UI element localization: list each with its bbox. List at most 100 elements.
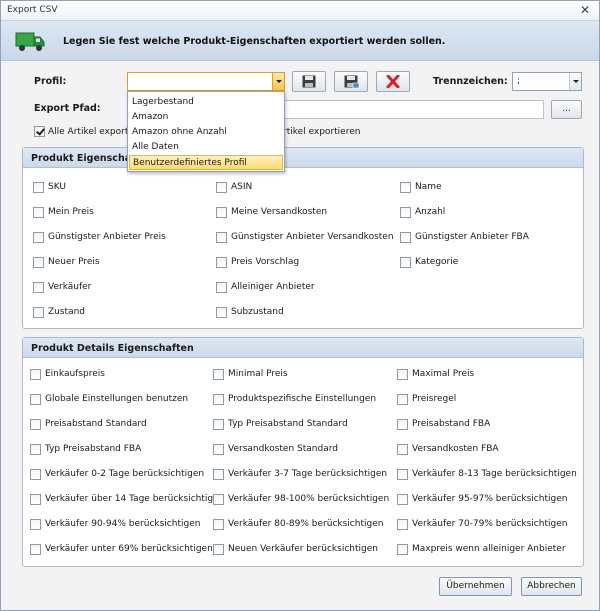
property-label: Preis Vorschlag [231,257,300,267]
property-label: Alleiniger Anbieter [231,282,315,292]
profile-option[interactable]: Lagerbestand [129,95,283,110]
profile-option[interactable]: Amazon ohne Anzahl [129,125,283,140]
property-label: Globale Einstellungen benutzen [45,394,189,404]
property-label: Preisabstand FBA [412,419,491,429]
property-label: Verkäufer 90-94% berücksichtigen [45,519,201,529]
property-checkbox[interactable] [216,257,227,268]
property-label: Anzahl [415,207,446,217]
profile-option[interactable]: Amazon [129,110,283,125]
property-checkbox[interactable] [397,469,408,480]
property-checkbox[interactable] [33,257,44,268]
save-icon [302,75,316,88]
export-all-checkbox[interactable] [34,126,45,137]
profile-option[interactable]: Alle Daten [129,140,283,155]
save-as-profile-button[interactable] [334,71,368,92]
window-title: Export CSV [7,5,58,15]
property-label: Preisregel [412,394,457,404]
profile-label: Profil: [34,76,67,87]
header-banner: Legen Sie fest welche Produkt-Eigenschaf… [1,21,599,61]
property-checkbox[interactable] [216,207,227,218]
property-label: ASIN [231,182,253,192]
product-details-title: Produkt Details Eigenschaften [23,338,583,358]
property-label: Verkäufer unter 69% berücksichtigen [45,544,213,554]
property-checkbox[interactable] [397,419,408,430]
property-checkbox[interactable] [30,544,41,555]
property-checkbox[interactable] [397,519,408,530]
property-label: Zustand [48,307,86,317]
chevron-down-icon[interactable] [272,73,284,90]
property-checkbox[interactable] [33,232,44,243]
property-label: Günstigster Anbieter Preis [48,232,166,242]
property-checkbox[interactable] [30,369,41,380]
truck-icon [15,32,45,51]
property-label: Name [415,182,442,192]
property-checkbox[interactable] [400,257,411,268]
separator-combo[interactable]: ; [512,72,582,91]
property-checkbox[interactable] [30,469,41,480]
property-checkbox[interactable] [397,369,408,380]
property-checkbox[interactable] [213,369,224,380]
property-checkbox[interactable] [33,207,44,218]
property-label: Verkäufer [48,282,92,292]
browse-button[interactable]: ... [551,100,582,119]
save-profile-button[interactable] [292,71,326,92]
property-checkbox[interactable] [216,232,227,243]
property-checkbox[interactable] [400,232,411,243]
export-csv-window: Export CSV ✕ Legen Sie fest welche Produ… [0,0,600,611]
export-all-label-tail: rtikel exportieren [283,127,361,137]
property-label: Verkäufer 3-7 Tage berücksichtigen [228,469,388,479]
profile-combo[interactable] [127,72,285,91]
property-checkbox[interactable] [213,494,224,505]
delete-profile-button[interactable] [376,71,410,92]
apply-button[interactable]: Übernehmen [439,577,512,596]
property-checkbox[interactable] [400,182,411,193]
cancel-button[interactable]: Abbrechen [521,577,582,596]
profile-option-selected[interactable]: Benutzerdefiniertes Profil [129,155,283,170]
property-checkbox[interactable] [400,207,411,218]
banner-heading: Legen Sie fest welche Produkt-Eigenschaf… [63,36,446,47]
profile-dropdown-list: Lagerbestand Amazon Amazon ohne Anzahl A… [127,91,285,172]
property-label: Verkäufer 80-89% berücksichtigen [228,519,384,529]
property-label: Subzustand [231,307,284,317]
property-checkbox[interactable] [216,182,227,193]
close-icon[interactable]: ✕ [577,3,593,18]
property-checkbox[interactable] [213,394,224,405]
property-checkbox[interactable] [30,494,41,505]
property-label: Verkäufer 70-79% berücksichtigen [412,519,568,529]
export-path-label: Export Pfad: [34,103,101,114]
property-checkbox[interactable] [33,282,44,293]
product-details-group: Produkt Details Eigenschaften Einkaufspr… [22,337,584,567]
property-label: Neuen Verkäufer berücksichtigen [228,544,378,554]
property-checkbox[interactable] [397,494,408,505]
property-checkbox[interactable] [213,469,224,480]
property-checkbox[interactable] [33,182,44,193]
property-label: Günstigster Anbieter FBA [415,232,529,242]
property-checkbox[interactable] [213,544,224,555]
property-checkbox[interactable] [216,307,227,318]
property-label: Maxpreis wenn alleiniger Anbieter [412,544,566,554]
property-checkbox[interactable] [33,307,44,318]
property-label: Kategorie [415,257,459,267]
property-checkbox[interactable] [397,544,408,555]
property-checkbox[interactable] [397,444,408,455]
property-checkbox[interactable] [216,282,227,293]
property-checkbox[interactable] [30,419,41,430]
property-checkbox[interactable] [213,444,224,455]
property-label: Versandkosten FBA [412,444,499,454]
property-label: Versandkosten Standard [228,444,338,454]
property-label: Verkäufer 8-13 Tage berücksichtigen [412,469,577,479]
property-checkbox[interactable] [30,394,41,405]
property-checkbox[interactable] [213,519,224,530]
chevron-down-icon[interactable] [569,73,581,90]
property-checkbox[interactable] [30,444,41,455]
property-checkbox[interactable] [30,519,41,530]
export-all-label: Alle Artikel exportie [48,127,137,137]
property-checkbox[interactable] [213,419,224,430]
property-label: Verkäufer 98-100% berücksichtigen [228,494,390,504]
export-path-input[interactable] [284,100,544,119]
property-label: Verkäufer über 14 Tage berücksichtigen [45,494,225,504]
property-checkbox[interactable] [397,394,408,405]
property-label: Maximal Preis [412,369,475,379]
separator-value: ; [517,76,521,86]
property-label: SKU [48,182,66,192]
